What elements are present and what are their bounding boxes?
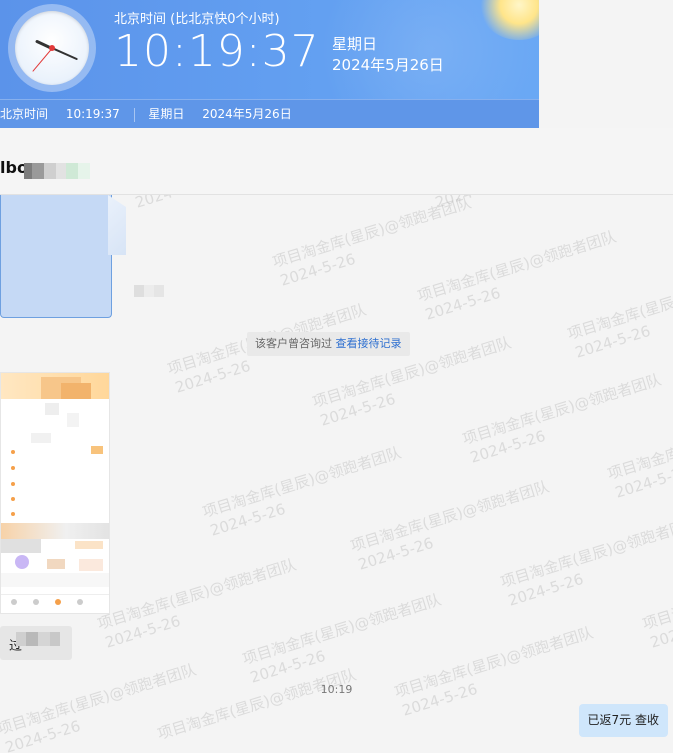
- watermark: 项目淘金库(星辰)@领跑者团队2024-5-26: [200, 443, 404, 540]
- watermark: 项目淘金库(星辰)@领跑者团队2024-5-26: [640, 555, 673, 652]
- analog-clock-icon: [8, 4, 96, 92]
- message-timestamp: 10:19: [320, 683, 353, 696]
- system-notice-text: 该客户曾咨询过: [255, 337, 332, 350]
- watermark: 项目淘金库(星辰)@领跑者团队2024-5-26: [125, 195, 334, 213]
- status-label: 北京时间: [0, 107, 49, 121]
- system-notice: 该客户曾咨询过 查看接待记录: [247, 332, 410, 356]
- watermark: 项目淘金库(星辰)@领跑者团队2024-5-26: [498, 513, 673, 610]
- image-message[interactable]: [0, 195, 112, 318]
- watermark: 项目淘金库(星辰)@领跑者团队2024-5-26: [460, 370, 664, 467]
- status-time: 10:19:37: [65, 107, 120, 121]
- status-weekday: 星期日: [148, 107, 185, 121]
- watermark: 项目淘金库(星辰)@领跑者团队2024-5-26: [95, 555, 299, 652]
- clock-panel: 北京时间 (比北京快0个小时) 10:19:37 星期日 2024年5月26日 …: [0, 0, 539, 128]
- redacted-mosaic: [134, 285, 164, 297]
- chat-message-area[interactable]: 项目淘金库(星辰)@领跑者团队 2024-5-26 项目淘金库(星辰)@领跑者团队…: [0, 195, 673, 753]
- second-hand: [32, 48, 53, 72]
- status-divider: [133, 107, 135, 122]
- clock-header: 北京时间 (比北京快0个小时) 10:19:37 星期日 2024年5月26日: [0, 0, 539, 128]
- phone-screenshot-nav: [1, 594, 109, 613]
- watermark: 项目淘金库(星辰)@领跑者团队2024-5-26: [240, 590, 444, 687]
- redacted-name-mosaic: [24, 163, 90, 179]
- received-text-message[interactable]: 过: [0, 626, 72, 660]
- watermark: 项目淘金库(星辰)@领跑者团队: [155, 665, 359, 744]
- clock-face: [15, 11, 89, 85]
- clock-weekday: 星期日: [332, 35, 378, 53]
- screenshot-image-message[interactable]: [0, 372, 110, 614]
- watermark: 项目淘金库(星辰)@领跑者团队2024-5-26: [565, 265, 673, 362]
- watermark: 项目淘金库(星辰)@领跑者团队2024-5-26: [605, 405, 673, 502]
- digital-time: 10:19:37: [114, 26, 320, 77]
- minute-hand: [51, 47, 78, 61]
- clock-center: [49, 45, 55, 51]
- image-fold-corner: [108, 195, 126, 255]
- watermark: 项目淘金库(星辰)@领跑者团队2024-5-26: [348, 477, 552, 574]
- clock-date: 2024年5月26日: [332, 56, 444, 74]
- watermark: 项目淘金库(星辰)@领跑者团队2024-5-26: [270, 195, 474, 290]
- watermark: 项目淘金库(星辰)@领跑者团队2024-5-26: [415, 227, 619, 324]
- watermark: 项目淘金库(星辰)@领跑者团队2024-5-26: [0, 660, 199, 753]
- watermark: 项目淘金库(星辰)@领跑者团队2024-5-26: [392, 623, 596, 720]
- watermark: 项目淘金库(星辰)@领跑者团队2024-5-26: [425, 195, 634, 213]
- view-reception-record-link[interactable]: 查看接待记录: [336, 337, 402, 350]
- chat-header: lbo: [0, 128, 673, 195]
- clock-status-bar: 北京时间 10:19:37 星期日 2024年5月26日: [0, 99, 539, 128]
- redacted-text-mosaic: [16, 632, 60, 646]
- status-date: 2024年5月26日: [202, 107, 292, 121]
- sent-message-bubble[interactable]: 已返7元 查收: [578, 704, 668, 737]
